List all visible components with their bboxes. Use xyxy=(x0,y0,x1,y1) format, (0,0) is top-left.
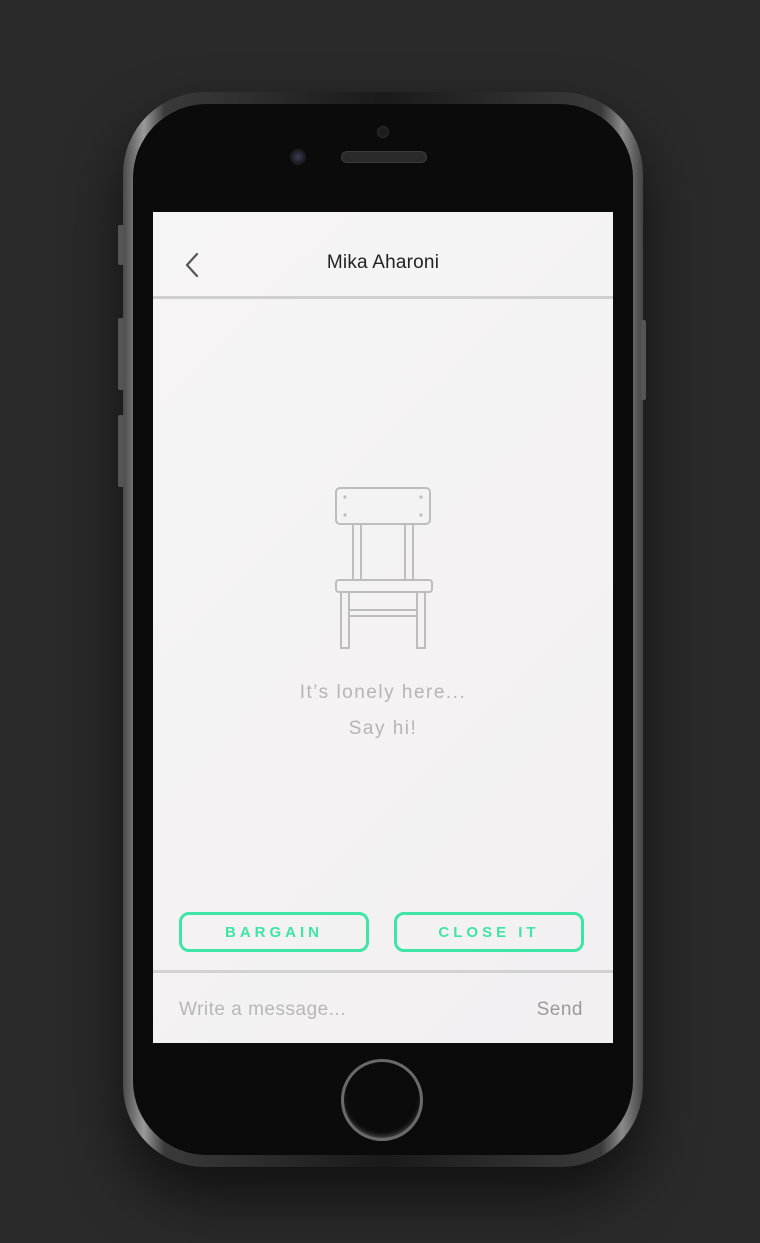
volume-up-button xyxy=(118,318,124,390)
send-button[interactable]: Send xyxy=(537,999,583,1021)
earpiece-speaker xyxy=(341,151,427,163)
power-button xyxy=(641,320,646,400)
chat-screen: Mika Aharoni It’s lonely here... Say hi!… xyxy=(153,212,613,1043)
message-composer: Send xyxy=(153,970,613,1043)
proximity-sensor xyxy=(377,126,389,138)
empty-state-title: It’s lonely here... xyxy=(299,682,467,703)
home-button[interactable] xyxy=(341,1059,423,1141)
contact-name: Mika Aharoni xyxy=(326,252,440,273)
front-camera xyxy=(290,149,306,165)
close-it-button[interactable]: CLOSE IT xyxy=(394,912,584,952)
empty-state-subtitle: Say hi! xyxy=(348,718,418,739)
mute-switch xyxy=(118,225,124,265)
chair-icon xyxy=(331,486,435,652)
bargain-button[interactable]: BARGAIN xyxy=(179,912,369,952)
volume-down-button xyxy=(118,415,124,487)
message-input[interactable] xyxy=(179,995,509,1025)
chat-header: Mika Aharoni xyxy=(153,212,613,299)
